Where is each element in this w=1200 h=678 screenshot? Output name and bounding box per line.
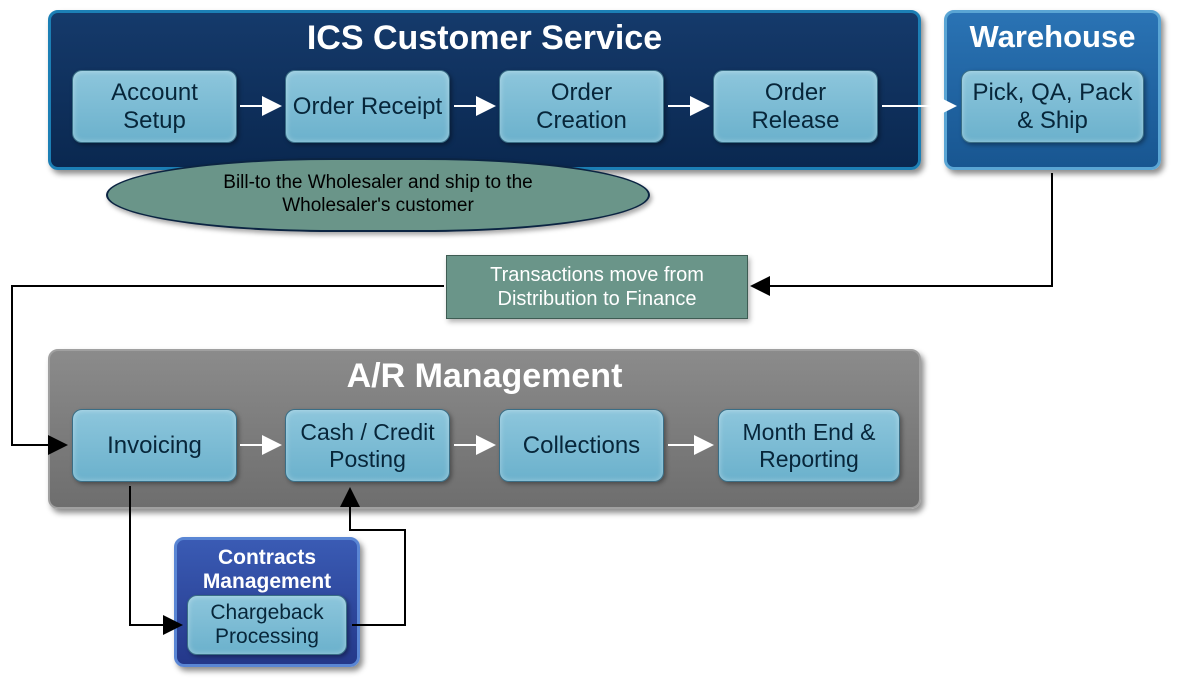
warehouse-title: Warehouse [947,19,1158,55]
cash-credit-posting-step: Cash / Credit Posting [285,409,450,482]
chargeback-processing-label: Chargeback Processing [194,601,340,649]
collections-step: Collections [499,409,664,482]
chargeback-processing-step: Chargeback Processing [187,595,347,655]
order-release-step: Order Release [713,70,878,143]
order-release-label: Order Release [720,79,871,134]
ar-management-title: A/R Management [50,357,919,396]
order-creation-step: Order Creation [499,70,664,143]
invoicing-step: Invoicing [72,409,237,482]
arrow-warehouse-to-transition [752,173,1052,286]
order-receipt-step: Order Receipt [285,70,450,143]
transition-note-text: Transactions move from Distribution to F… [447,263,747,311]
order-creation-label: Order Creation [506,79,657,134]
invoicing-label: Invoicing [107,432,202,460]
customer-service-title: ICS Customer Service [51,19,918,58]
order-receipt-label: Order Receipt [293,93,442,121]
month-end-reporting-label: Month End & Reporting [725,419,893,472]
bill-ship-note: Bill-to the Wholesaler and ship to the W… [106,158,650,232]
account-setup-label: Account Setup [79,79,230,134]
cash-credit-posting-label: Cash / Credit Posting [292,419,443,472]
month-end-reporting-step: Month End & Reporting [718,409,900,482]
pick-qa-pack-ship-step: Pick, QA, Pack & Ship [961,70,1144,143]
account-setup-step: Account Setup [72,70,237,143]
bill-ship-note-text: Bill-to the Wholesaler and ship to the W… [203,172,553,218]
collections-label: Collections [523,432,640,460]
contracts-title: Contracts Management [177,546,357,594]
transition-note: Transactions move from Distribution to F… [446,255,748,319]
pick-qa-pack-ship-label: Pick, QA, Pack & Ship [968,79,1137,134]
